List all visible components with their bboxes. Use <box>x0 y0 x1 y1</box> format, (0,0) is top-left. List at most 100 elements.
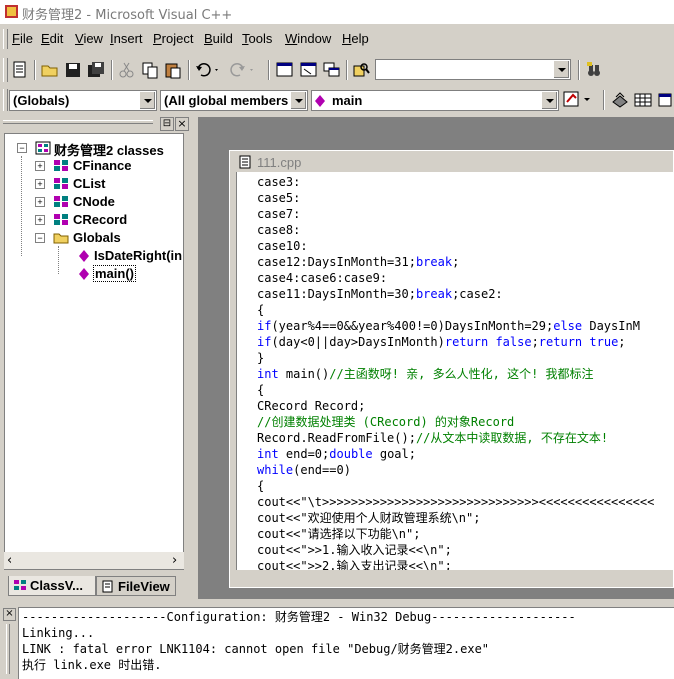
code-line: case11:DaysInMonth=30;break;case2: <box>257 286 503 302</box>
code-text: goal; <box>372 447 416 461</box>
output-grip[interactable] <box>6 624 10 674</box>
toolbar-grip[interactable] <box>3 58 8 82</box>
class-combo-value: (Globals) <box>13 93 70 108</box>
app-icon <box>5 5 18 18</box>
code-line: } <box>257 350 264 366</box>
tree-root-label: 财务管理2 classes <box>54 143 164 158</box>
find-in-files-icon[interactable] <box>352 60 372 80</box>
redo-icon[interactable] <box>229 60 257 80</box>
code-line: cout<<">>2.输入支出记录<<\n"; <box>257 558 452 570</box>
scroll-left-icon[interactable]: ‹ <box>7 553 12 568</box>
cut-icon[interactable] <box>117 60 137 80</box>
class-combo[interactable]: (Globals) <box>9 90 157 111</box>
code-keyword: int <box>257 447 279 461</box>
output-window[interactable]: --------------------Configuration: 财务管理2… <box>18 607 674 679</box>
menu-label-rest: indow <box>297 31 332 46</box>
filter-combo[interactable]: (All global members <box>160 90 308 111</box>
menu-build[interactable]: Build <box>204 31 233 46</box>
output-toggle-icon[interactable] <box>299 60 319 80</box>
find-combo[interactable] <box>375 59 571 80</box>
paste-icon[interactable] <box>163 60 183 80</box>
menu-label-rest: ile <box>19 31 33 46</box>
code-text: DaysInM <box>582 319 640 333</box>
menu-view[interactable]: View <box>75 31 103 46</box>
chevron-down-icon[interactable] <box>541 92 557 109</box>
code-keyword: double <box>329 447 373 461</box>
code-keyword: if <box>257 335 272 349</box>
wizardbar-grip[interactable] <box>3 89 8 111</box>
class-label: CRecord <box>73 212 128 227</box>
code-editor[interactable]: case3: case5: case7: case8: case10: case12:Da… <box>236 172 674 570</box>
code-text: cout<<">>2.输入支出记录<<\n"; <box>257 559 452 570</box>
class-tree: − 财务管理2 classes + CFinance + CList + CNode + CR… <box>4 133 184 570</box>
menu-label-rest: uild <box>212 31 233 46</box>
wizard-action-icon[interactable] <box>562 90 592 110</box>
code-text: ;case2: <box>452 287 503 301</box>
code-text: { <box>257 479 265 493</box>
menu-edit[interactable]: Edit <box>41 31 63 46</box>
stop-build-icon[interactable] <box>656 90 674 110</box>
menu-file[interactable]: File <box>12 31 33 46</box>
expand-icon[interactable]: + <box>35 197 45 207</box>
menu-accelerator: P <box>153 31 162 46</box>
collapse-icon[interactable]: − <box>35 233 45 243</box>
scroll-right-icon[interactable]: › <box>172 553 177 568</box>
window-list-icon[interactable] <box>322 60 342 80</box>
menu-label-rest: nsert <box>113 31 143 46</box>
title-bar: 财务管理2 - Microsoft Visual C++ <box>0 0 674 24</box>
code-line: cout<<"\t>>>>>>>>>>>>>>>>>>>>>>>>>>>>>><… <box>257 494 654 510</box>
workspace-toggle-icon[interactable] <box>275 60 295 80</box>
workspace-grip[interactable] <box>3 120 153 124</box>
window-title: 财务管理2 - Microsoft Visual C++ <box>22 8 233 23</box>
pin-icon[interactable]: ⊟ <box>160 117 174 131</box>
menu-project[interactable]: Project <box>153 31 193 46</box>
chevron-down-icon[interactable] <box>553 61 569 78</box>
toolbar-separator <box>578 60 580 80</box>
code-text: case3: <box>257 175 301 189</box>
chevron-down-icon[interactable] <box>290 92 306 109</box>
chevron-down-icon[interactable] <box>139 92 155 109</box>
menu-label-rest: dit <box>49 31 64 46</box>
toolbar-separator <box>111 60 113 80</box>
tree-horizontal-scrollbar[interactable]: ‹ › <box>4 552 184 569</box>
code-keyword: else <box>553 319 583 333</box>
output-line: LINK : fatal error LNK1104: cannot open … <box>22 642 490 656</box>
save-icon[interactable] <box>63 60 83 80</box>
undo-icon[interactable] <box>194 60 222 80</box>
menubar-grip[interactable] <box>3 29 8 49</box>
code-comment: //创建数据处理类 (CRecord) 的对象Record <box>257 415 515 429</box>
code-text: ; <box>531 335 539 349</box>
code-line: case10: <box>257 238 308 254</box>
compile-icon[interactable] <box>610 90 630 110</box>
close-icon[interactable]: × <box>175 117 189 131</box>
search-binoculars-icon[interactable] <box>584 60 604 80</box>
copy-icon[interactable] <box>140 60 160 80</box>
menu-window[interactable]: Window <box>285 31 331 46</box>
save-all-icon[interactable] <box>86 60 106 80</box>
close-icon[interactable]: × <box>3 608 16 621</box>
code-line: if(year%4==0&&year%400!=0)DaysInMonth=29… <box>257 318 640 334</box>
code-keyword: int <box>257 367 279 381</box>
new-text-file-icon[interactable] <box>10 60 30 80</box>
menu-tools[interactable]: Tools <box>242 31 272 46</box>
class-label: CFinance <box>73 158 132 173</box>
menu-insert[interactable]: Insert <box>110 31 143 46</box>
code-keyword: break <box>415 255 453 269</box>
tab-fileview[interactable]: FileView <box>96 576 176 596</box>
collapse-icon[interactable]: − <box>17 143 27 153</box>
build-icon[interactable] <box>633 90 653 110</box>
code-keyword: return <box>538 335 583 349</box>
open-folder-icon[interactable] <box>40 60 60 80</box>
code-text: Record.ReadFromFile(); <box>257 431 416 445</box>
menu-help[interactable]: Help <box>342 31 369 46</box>
expand-icon[interactable]: + <box>35 215 45 225</box>
output-line: --------------------Configuration: 财务管理2… <box>22 610 576 624</box>
expand-icon[interactable]: + <box>35 179 45 189</box>
members-combo[interactable]: main <box>311 90 559 111</box>
class-icon <box>54 214 68 225</box>
code-text: case12:DaysInMonth=31; <box>257 255 416 269</box>
code-line: { <box>257 382 264 398</box>
tab-classview[interactable]: ClassV... <box>8 576 96 596</box>
expand-icon[interactable]: + <box>35 161 45 171</box>
menu-accelerator: B <box>204 31 213 46</box>
